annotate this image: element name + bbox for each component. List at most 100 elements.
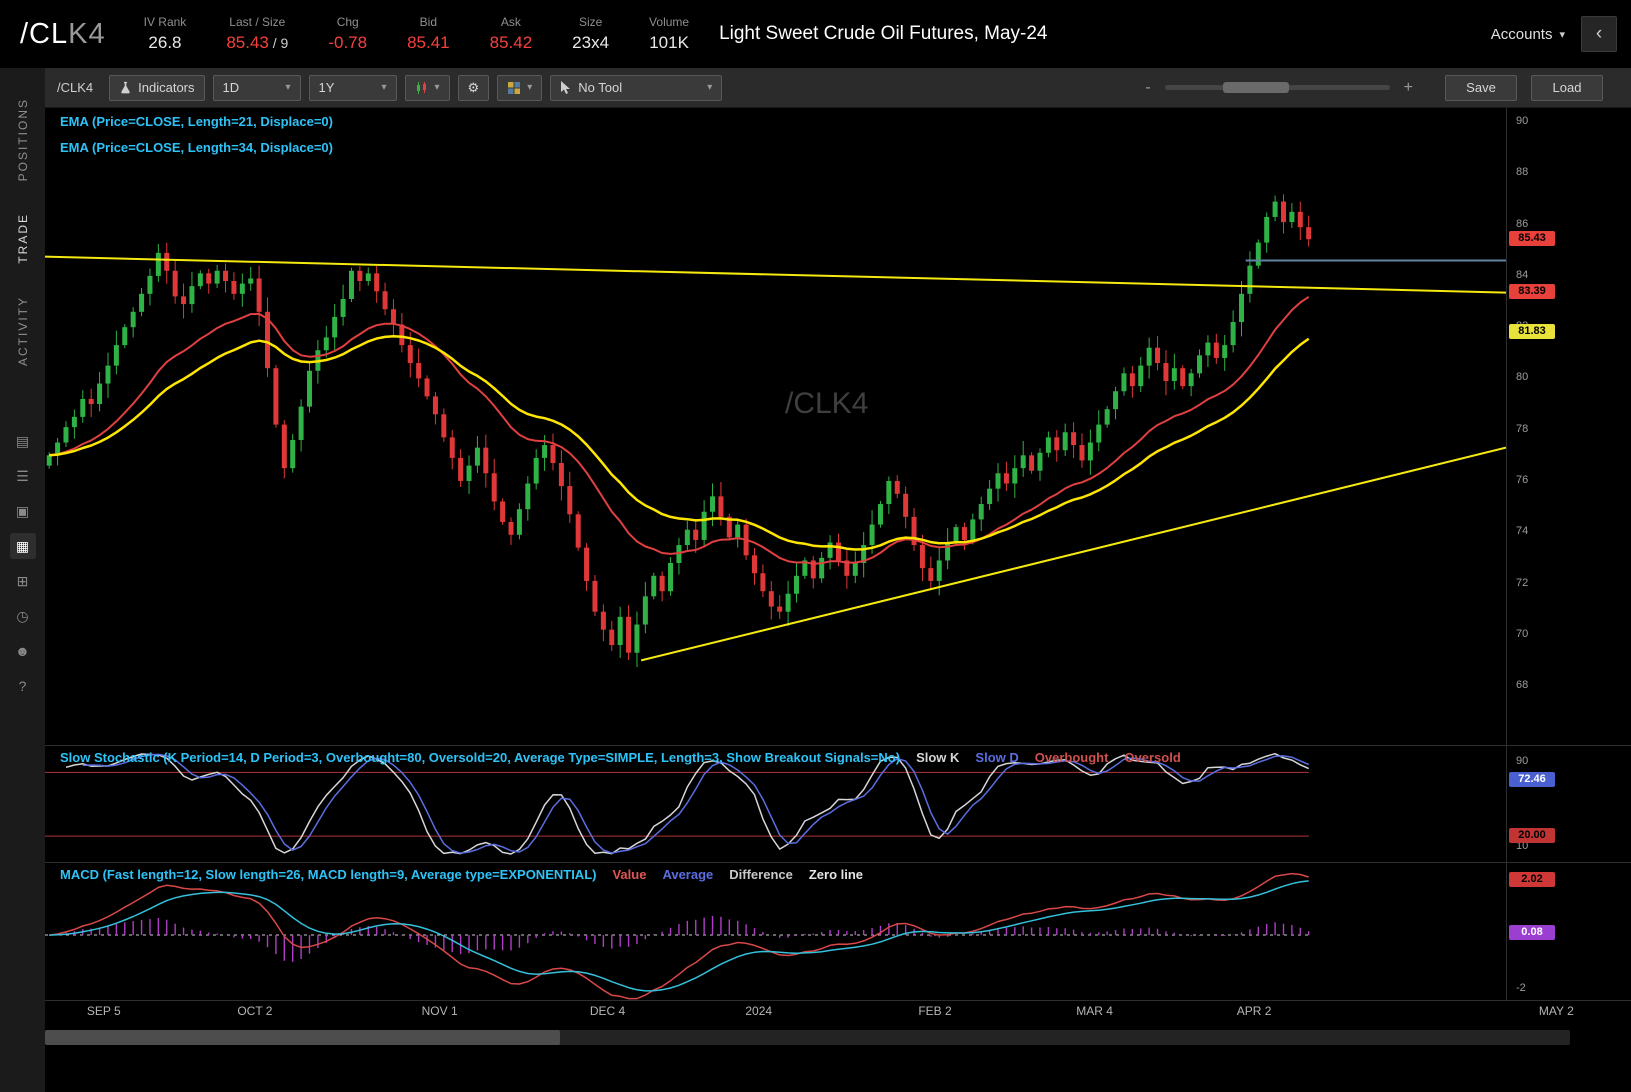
- quote-field-ask: Ask 85.42: [490, 15, 533, 53]
- quote-field-value: 85.41: [407, 33, 450, 52]
- macd-title[interactable]: MACD (Fast length=12, Slow length=26, MA…: [60, 867, 596, 882]
- axis-tick-label: 90: [1516, 115, 1529, 128]
- chevron-down-icon: ▾: [285, 82, 291, 93]
- x-axis-label: APR 2: [1236, 1004, 1272, 1018]
- x-axis-label: FEB 2: [918, 1004, 952, 1018]
- price-axis: 908886848280787674727068901020-285.4383.…: [1506, 108, 1631, 1000]
- quote-fields: IV Rank 26.8 Last / Size 85.43 / 9 Chg -0.78 B…: [144, 15, 689, 53]
- range-dropdown[interactable]: 1Y ▾: [308, 74, 397, 101]
- pane-divider: [45, 862, 1631, 863]
- zoom-in-button[interactable]: +: [1398, 79, 1419, 97]
- quote-field-label: IV Rank: [143, 15, 187, 29]
- legend-item-slow-k: Slow K: [916, 750, 960, 765]
- timeframe-value: 1D: [222, 80, 240, 95]
- time-axis: SEP 5 OCT 2 NOV 1 DEC 4 2024 FEB 2 MAR 4 APR 2 M…: [45, 1004, 1631, 1024]
- axis-tick-label: 74: [1516, 525, 1529, 538]
- quote-field-label: Volume: [649, 15, 690, 29]
- x-axis-label: SEP 5: [86, 1004, 121, 1018]
- ema34-legend[interactable]: EMA (Price=CLOSE, Length=34, Displace=0): [60, 140, 333, 155]
- instrument-description: Light Sweet Crude Oil Futures, May-24: [719, 23, 1048, 44]
- quote-field-label: Last / Size: [229, 15, 286, 29]
- gear-icon: ⚙: [467, 79, 480, 95]
- x-axis-label: OCT 2: [237, 1004, 273, 1018]
- axis-tick-label: 80: [1516, 371, 1529, 384]
- quote-field-value: 85.43 / 9: [226, 33, 289, 52]
- chart-area: /CLK4 EMA (Price=CLOSE, Length=21, Displ…: [45, 108, 1631, 1092]
- save-button[interactable]: Save: [1445, 74, 1517, 101]
- watchlist-icon[interactable]: ☰: [10, 463, 36, 489]
- symbol-suffix: K4: [68, 17, 106, 50]
- chart-toolbar: /CLK4 Indicators 1D ▾ 1Y ▾ ▾ ⚙ ▾ No Tool…: [45, 68, 1631, 108]
- stochastic-title[interactable]: Slow Stochastic (K Period=14, D Period=3…: [60, 750, 900, 765]
- price-badge: 20.00: [1509, 828, 1555, 844]
- accounts-dropdown[interactable]: Accounts ▾: [1491, 26, 1565, 43]
- range-value: 1Y: [318, 80, 335, 95]
- price-badge: 0.08: [1509, 924, 1555, 940]
- x-axis-label: MAR 4: [1076, 1004, 1113, 1018]
- chevron-down-icon: ▾: [434, 82, 440, 93]
- stochastic-legend-row: Slow Stochastic (K Period=14, D Period=3…: [60, 750, 1181, 765]
- chart-layout-dropdown[interactable]: ▾: [497, 74, 543, 101]
- community-icon[interactable]: ☻: [10, 638, 36, 664]
- quote-field-last-size: Last / Size 85.43 / 9: [226, 15, 288, 53]
- legend-item-slow-d: Slow D: [975, 750, 1019, 765]
- cursor-icon: [561, 80, 571, 94]
- document-icon[interactable]: ▤: [10, 428, 36, 454]
- grid-layout-icon: [508, 81, 521, 94]
- indicators-button[interactable]: Indicators: [109, 74, 205, 101]
- quote-field-label: Size: [578, 15, 603, 29]
- ema21-legend[interactable]: EMA (Price=CLOSE, Length=21, Displace=0): [60, 114, 333, 129]
- price-badge: 2.02: [1509, 872, 1555, 888]
- sidebar-tab-positions[interactable]: POSITIONS: [16, 98, 30, 181]
- chevron-down-icon: ▾: [1559, 28, 1565, 41]
- axis-tick-label: 84: [1516, 268, 1529, 281]
- quote-field-label: Chg: [336, 15, 359, 29]
- legend-item-average: Average: [662, 867, 714, 882]
- accounts-label: Accounts: [1490, 25, 1553, 43]
- price-badge: 83.39: [1509, 283, 1555, 299]
- sidebar-tab-activity[interactable]: ACTIVITY: [16, 296, 30, 366]
- axis-tick-label: 76: [1516, 473, 1529, 486]
- sidebar-icons: ▤ ☰ ▣ ▦ ⊞ ◷ ☻?: [0, 428, 45, 699]
- legend-item-oversold: Oversold: [1124, 750, 1181, 765]
- pane-divider: [45, 745, 1631, 746]
- axis-tick-label: 72: [1516, 576, 1529, 589]
- zoom-slider-thumb[interactable]: [1222, 82, 1289, 93]
- price-badge: 85.43: [1509, 231, 1555, 247]
- legend-item-value: Value: [612, 867, 647, 882]
- collapse-panel-button[interactable]: ‹: [1581, 16, 1617, 52]
- quote-header: /CLK4 IV Rank 26.8 Last / Size 85.43 / 9 Chg…: [0, 0, 1631, 68]
- help-icon[interactable]: ?: [10, 673, 36, 699]
- macd-legend-row: MACD (Fast length=12, Slow length=26, MA…: [60, 867, 863, 882]
- zoom-slider[interactable]: [1164, 82, 1390, 93]
- chart-icon[interactable]: ▦: [9, 533, 36, 559]
- load-button[interactable]: Load: [1531, 74, 1603, 101]
- chevron-left-icon: ‹: [1595, 23, 1603, 44]
- sidebar-tab-trade[interactable]: TRADE: [16, 213, 30, 264]
- chart-style-dropdown[interactable]: ▾: [404, 74, 450, 101]
- timeframe-dropdown[interactable]: 1D ▾: [212, 74, 301, 101]
- drawing-tool-value: No Tool: [578, 80, 623, 95]
- sidebar-tabs: POSITIONS TRADE ACTIVITY: [0, 68, 45, 382]
- history-icon[interactable]: ◷: [10, 603, 36, 629]
- axis-tick-label: 70: [1516, 627, 1529, 640]
- dashboard-icon[interactable]: ⊞: [10, 568, 36, 594]
- axis-tick-label: 86: [1516, 217, 1529, 230]
- drawing-tool-dropdown[interactable]: No Tool ▾: [550, 74, 723, 101]
- axis-tick-label: 88: [1516, 166, 1529, 179]
- legend-item-overbought: Overbought: [1034, 750, 1109, 765]
- price-badge: 72.46: [1509, 772, 1555, 788]
- chevron-down-icon: ▾: [527, 82, 533, 93]
- zoom-out-button[interactable]: -: [1139, 79, 1156, 97]
- pane-divider: [45, 1000, 1631, 1001]
- quote-field-label: Bid: [419, 15, 438, 29]
- quote-field-value: 85.42: [489, 33, 533, 52]
- chevron-down-icon: ▾: [707, 82, 713, 93]
- time-scrollbar[interactable]: [45, 1030, 1570, 1045]
- scrollbar-thumb[interactable]: [45, 1030, 560, 1045]
- chart-settings-button[interactable]: ⚙: [457, 74, 490, 101]
- sidebar: POSITIONS TRADE ACTIVITY ▤ ☰ ▣ ▦ ⊞ ◷ ☻?: [0, 68, 45, 1092]
- x-axis-label: MAY 2: [1538, 1004, 1574, 1018]
- chart-symbol-label: /CLK4: [57, 80, 94, 95]
- calendar-icon[interactable]: ▣: [10, 498, 36, 524]
